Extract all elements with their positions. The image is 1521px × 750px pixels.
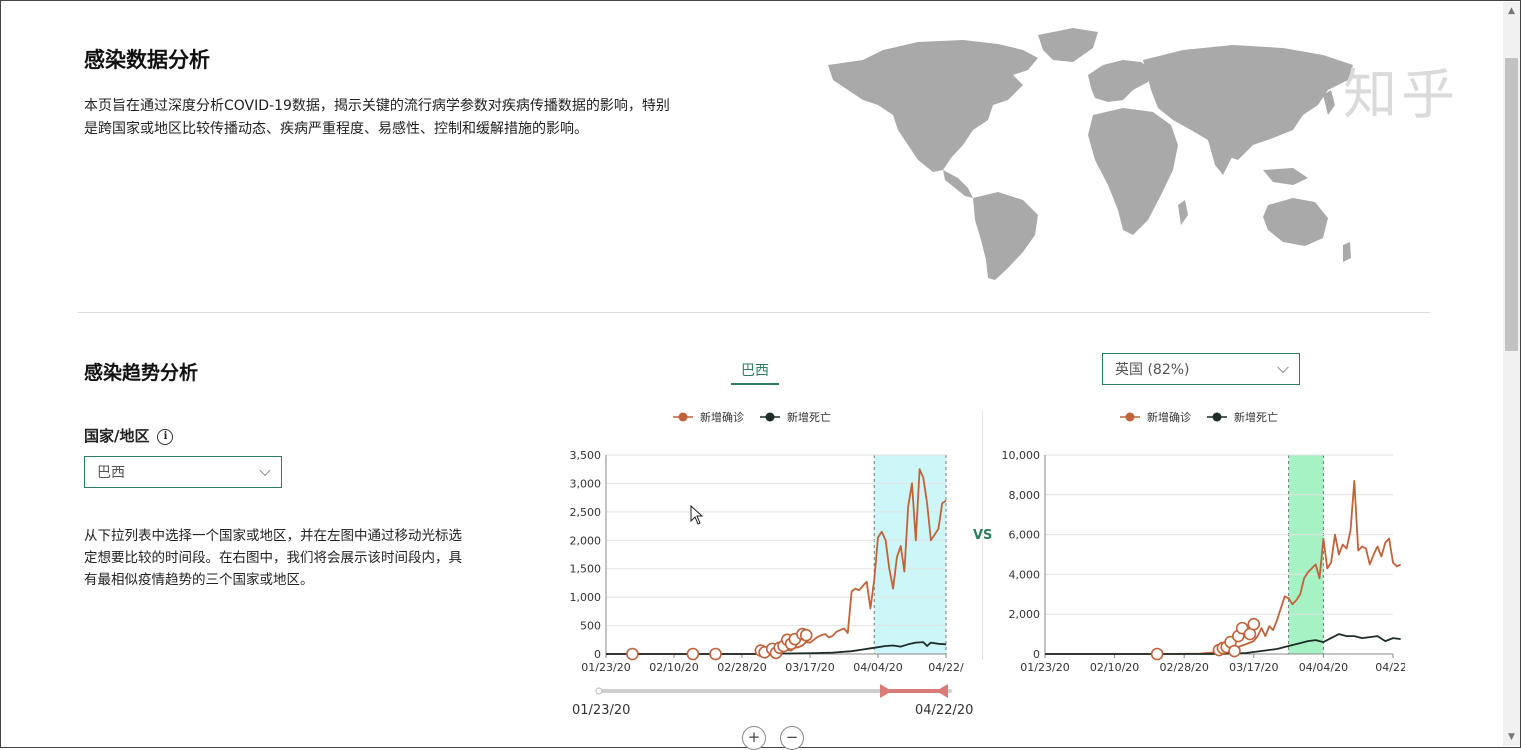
- legend-deaths-label: 新增死亡: [787, 410, 831, 424]
- y-tick-label: 0: [1033, 648, 1040, 661]
- scrollbar-thumb[interactable]: [1505, 58, 1518, 351]
- help-line-3: 有最相似疫情趋势的三个国家或地区。: [84, 572, 314, 588]
- y-tick-label: 4,000: [1009, 568, 1041, 581]
- y-tick-label: 6,000: [1009, 529, 1041, 542]
- compare-country-select[interactable]: 英国 (82%): [1102, 353, 1300, 385]
- description-line-1: 本页旨在通过深度分析COVID-19数据，揭示关键的流行病学参数对疾病传播数据的…: [84, 98, 670, 114]
- section-divider: [77, 312, 1430, 313]
- x-tick-label: 03/17/20: [1229, 661, 1278, 674]
- confirmed-data-point: [799, 628, 813, 642]
- legend-deaths-label: 新增死亡: [1234, 410, 1278, 424]
- confirmed-data-point: [626, 647, 639, 661]
- confirmed-data-point: [686, 647, 700, 661]
- compare-country-select-value: 英国 (82%): [1115, 362, 1190, 378]
- section-title: 感染趋势分析: [84, 362, 199, 384]
- y-tick-label: 8,000: [1009, 489, 1041, 502]
- x-tick-label: 02/28/20: [717, 661, 766, 674]
- y-tick-label: 1,000: [570, 591, 602, 604]
- brazil-chart[interactable]: 新增确诊 新增死亡 0 500 1,000 1,500 2,000 2,500 3,000 3…: [560, 400, 970, 680]
- chevron-down-icon: [259, 464, 271, 477]
- uk-chart[interactable]: 新增确诊 新增死亡 0 2,000 4,000 6,000 8,000 10,000 01/…: [995, 400, 1406, 680]
- help-line-1: 从下拉列表中选择一个国家或地区，并在左图中通过移动光标选: [84, 528, 462, 544]
- plot-area: 0 500 1,000 1,500 2,000 2,500 3,000 3,500 01/23/…: [570, 449, 964, 674]
- zoom-in-button[interactable]: +: [742, 726, 766, 750]
- slider-start-dot[interactable]: [595, 687, 603, 695]
- help-line-2: 定想要比较的时间段。在右图中，我们将会展示该时间段内，具: [84, 550, 462, 566]
- slider-left-handle[interactable]: [880, 684, 892, 698]
- confirmed-data-point: [1150, 647, 1164, 661]
- confirmed-series-line: [1045, 480, 1402, 655]
- y-tick-label: 500: [580, 620, 601, 633]
- confirmed-data-point: [1247, 617, 1261, 631]
- plot-area: 0 2,000 4,000 6,000 8,000 10,000 01/23/20 02/10…: [1002, 449, 1406, 674]
- y-tick-label: 2,000: [1009, 608, 1041, 621]
- help-text: 从下拉列表中选择一个国家或地区，并在左图中通过移动光标选 定想要比较的时间段。在…: [84, 525, 484, 591]
- y-tick-label: 0: [594, 648, 601, 661]
- tab-underline: [731, 383, 779, 385]
- y-tick-label: 10,000: [1002, 449, 1041, 462]
- vs-label: VS: [973, 528, 993, 543]
- slider-end-label: 04/22/20: [915, 703, 974, 718]
- x-tick-label: 02/28/20: [1159, 661, 1208, 674]
- slider-start-label: 01/23/20: [572, 703, 631, 718]
- slider-right-handle[interactable]: [936, 684, 948, 698]
- x-tick-label: 04/04/20: [853, 661, 902, 674]
- legend-deaths-marker: [765, 412, 775, 422]
- chevron-down-icon: [1277, 361, 1289, 374]
- time-range-slider[interactable]: [590, 682, 960, 702]
- highlight-band: [1288, 455, 1324, 654]
- legend-confirmed-marker: [678, 412, 688, 422]
- zoom-out-button[interactable]: −: [780, 726, 804, 750]
- x-tick-label: 04/04/20: [1299, 661, 1348, 674]
- x-tick-label: 04/22/: [928, 661, 964, 674]
- confirmed-data-point: [1228, 644, 1241, 658]
- world-map-image: [828, 28, 1353, 280]
- x-tick-label: 04/22/: [1375, 661, 1405, 674]
- y-tick-label: 3,000: [570, 477, 602, 490]
- country-select[interactable]: 巴西: [84, 456, 282, 488]
- legend-confirmed-marker: [1125, 412, 1135, 422]
- country-select-value: 巴西: [97, 465, 125, 481]
- chart-legend: 新增确诊 新增死亡: [673, 410, 831, 424]
- y-tick-label: 2,000: [570, 534, 602, 547]
- confirmed-data-point: [709, 647, 722, 661]
- y-tick-label: 2,500: [570, 506, 602, 519]
- chart-legend: 新增确诊 新增死亡: [1120, 410, 1278, 424]
- tab-brazil[interactable]: 巴西: [731, 360, 779, 380]
- y-tick-label: 3,500: [570, 449, 602, 462]
- highlight-band: [874, 455, 946, 654]
- x-tick-label: 01/23/20: [581, 661, 630, 674]
- zhihu-watermark: 知乎: [1343, 63, 1459, 126]
- country-label-row: 国家/地区 i: [84, 425, 174, 446]
- country-label: 国家/地区: [84, 427, 150, 445]
- description-line-2: 是跨国家或地区比较传播动态、疾病严重程度、易感性、控制和缓解措施的影响。: [84, 121, 588, 137]
- page-title: 感染数据分析: [84, 48, 210, 72]
- mouse-cursor-icon: [690, 505, 704, 525]
- y-tick-label: 1,500: [570, 563, 602, 576]
- info-icon[interactable]: i: [157, 428, 174, 445]
- legend-confirmed-label: 新增确诊: [700, 410, 744, 424]
- legend-confirmed-label: 新增确诊: [1147, 410, 1191, 424]
- scroll-down-arrow-icon[interactable]: ▼: [1505, 730, 1518, 744]
- page-description: 本页旨在通过深度分析COVID-19数据，揭示关键的流行病学参数对疾病传播数据的…: [84, 95, 764, 141]
- x-tick-label: 02/10/20: [649, 661, 698, 674]
- legend-deaths-marker: [1212, 412, 1222, 422]
- x-tick-label: 03/17/20: [785, 661, 834, 674]
- x-tick-label: 02/10/20: [1090, 661, 1139, 674]
- scroll-up-arrow-icon[interactable]: ▲: [1505, 4, 1518, 18]
- x-tick-label: 01/23/20: [1020, 661, 1069, 674]
